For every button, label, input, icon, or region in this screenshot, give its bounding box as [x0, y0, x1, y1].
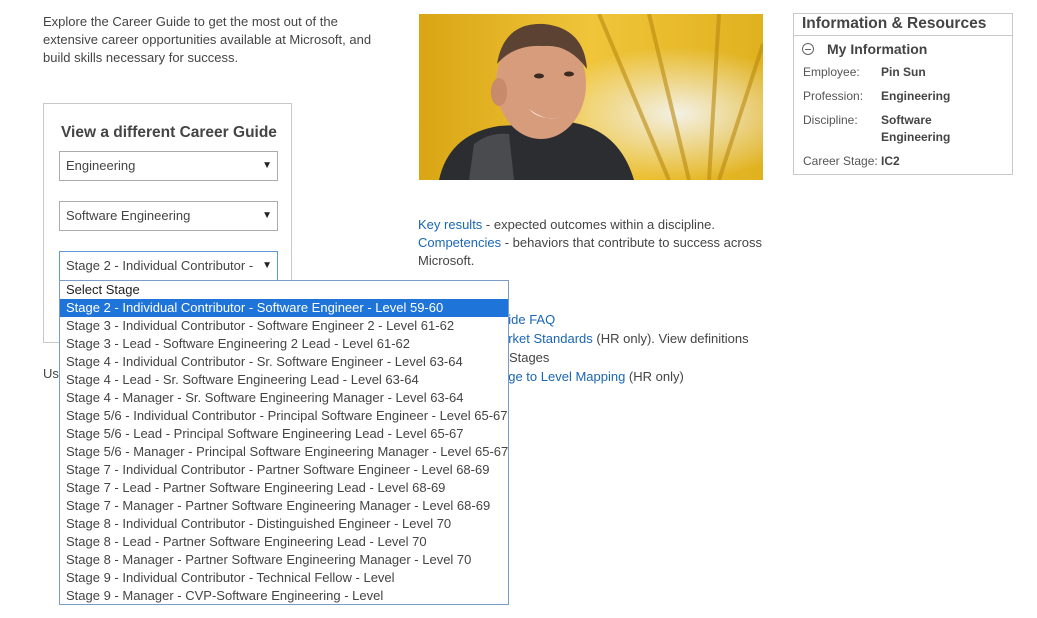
stage-select-value: Stage 2 - Individual Contributor - [66, 258, 254, 273]
divider [794, 35, 1012, 36]
hero-photo [419, 14, 763, 180]
collapse-icon[interactable] [802, 43, 814, 55]
stage-option[interactable]: Stage 4 - Manager - Sr. Software Enginee… [60, 389, 508, 407]
stage-level-mapping-link[interactable]: age to Level Mapping [501, 369, 625, 384]
stage-option[interactable]: Stage 5/6 - Manager - Principal Software… [60, 443, 508, 461]
use-text-fragment: Us [43, 366, 59, 381]
profession-value: Engineering [881, 89, 951, 103]
stage-option[interactable]: Stage 4 - Individual Contributor - Sr. S… [60, 353, 508, 371]
discipline-value: Software Engineering [881, 113, 951, 144]
career-stage-label: Career Stage: [803, 154, 878, 168]
career-stage-value: IC2 [881, 154, 900, 168]
stage-option[interactable]: Stage 4 - Lead - Sr. Software Engineerin… [60, 371, 508, 389]
my-information-label: My Information [827, 41, 928, 57]
key-results-link[interactable]: Key results [418, 217, 482, 232]
stage-option[interactable]: Stage 7 - Lead - Partner Software Engine… [60, 479, 508, 497]
stage-option[interactable]: Select Stage [60, 281, 508, 299]
stage-option[interactable]: Stage 5/6 - Individual Contributor - Pri… [60, 407, 508, 425]
career-guide-title: View a different Career Guide [61, 124, 277, 141]
career-guide-faq-link[interactable]: uide FAQ [501, 312, 555, 327]
discipline-select-value: Software Engineering [66, 208, 191, 223]
definitions-text: Key results - expected outcomes within a… [418, 216, 768, 270]
stage-option[interactable]: Stage 3 - Lead - Software Engineering 2 … [60, 335, 508, 353]
stage-option[interactable]: Stage 9 - Manager - CVP-Software Enginee… [60, 587, 508, 604]
profession-select-value: Engineering [66, 158, 136, 173]
employee-value: Pin Sun [881, 65, 926, 79]
information-resources-title: Information & Resources [802, 15, 987, 32]
market-standards-link[interactable]: arket Standards [501, 331, 593, 346]
information-resources-panel: Information & Resources My Information E… [793, 13, 1013, 175]
stage-option[interactable]: Stage 8 - Manager - Partner Software Eng… [60, 551, 508, 569]
stage-option[interactable]: Stage 8 - Individual Contributor - Disti… [60, 515, 508, 533]
stage-dropdown-list[interactable]: Select Stage Stage 2 - Individual Contrib… [59, 280, 509, 605]
hero-photo-illustration [419, 14, 763, 180]
stage-option[interactable]: Stage 8 - Lead - Partner Software Engine… [60, 533, 508, 551]
profession-select[interactable]: Engineering ▼ [59, 151, 278, 181]
stage-option[interactable]: Stage 7 - Manager - Partner Software Eng… [60, 497, 508, 515]
key-results-description: - expected outcomes within a discipline. [482, 217, 715, 232]
stage-option[interactable]: Stage 9 - Individual Contributor - Techn… [60, 569, 508, 587]
stage-option[interactable]: Stage 2 - Individual Contributor - Softw… [60, 299, 508, 317]
dropdown-arrow-icon: ▼ [262, 210, 272, 221]
employee-label: Employee: [803, 65, 860, 79]
stage-option[interactable]: Stage 3 - Individual Contributor - Softw… [60, 317, 508, 335]
stage-level-mapping-suffix: (HR only) [625, 369, 684, 384]
stage-select[interactable]: Stage 2 - Individual Contributor - ▼ [59, 251, 278, 281]
stage-option[interactable]: Stage 5/6 - Lead - Principal Software En… [60, 425, 508, 443]
dropdown-arrow-icon: ▼ [262, 160, 272, 171]
competencies-link[interactable]: Competencies [418, 235, 501, 250]
discipline-select[interactable]: Software Engineering ▼ [59, 201, 278, 231]
market-standards-suffix: (HR only). View definitions [592, 331, 749, 346]
stage-option[interactable]: Stage 7 - Individual Contributor - Partn… [60, 461, 508, 479]
profession-label: Profession: [803, 89, 864, 103]
discipline-label: Discipline: [803, 113, 858, 127]
dropdown-arrow-icon: ▼ [262, 260, 272, 271]
intro-text: Explore the Career Guide to get the most… [43, 14, 372, 65]
my-information-toggle[interactable]: My Information [802, 41, 927, 57]
